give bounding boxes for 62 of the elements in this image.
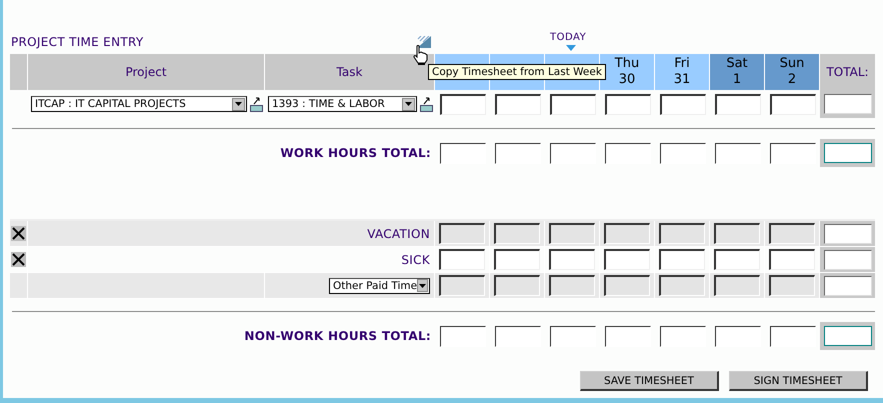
hours-input[interactable]	[549, 249, 595, 270]
hours-input[interactable]	[769, 249, 815, 270]
leave-type-label: VACATION	[367, 226, 430, 240]
copy-icon[interactable]	[417, 36, 431, 48]
lookup-icon[interactable]	[420, 96, 433, 112]
hours-input[interactable]	[659, 249, 705, 270]
today-marker-icon	[566, 45, 576, 51]
hand-cursor-icon	[413, 45, 429, 65]
delete-icon[interactable]	[11, 226, 26, 241]
work-hours-total-label: WORK HOURS TOTAL:	[280, 146, 431, 160]
lookup-icon[interactable]	[250, 96, 263, 112]
hours-input[interactable]	[439, 223, 485, 244]
day-header: Fri 31	[655, 54, 710, 90]
project-dropdown[interactable]: ITCAP : IT CAPITAL PROJECTS	[31, 96, 247, 112]
hours-input[interactable]	[659, 223, 705, 244]
hours-input[interactable]	[604, 223, 650, 244]
caret-icon	[405, 102, 412, 106]
hours-input[interactable]	[439, 275, 485, 296]
caret-icon	[419, 284, 426, 288]
hours-input[interactable]	[714, 275, 760, 296]
total-field	[824, 276, 872, 296]
hours-input[interactable]	[769, 275, 815, 296]
hours-input[interactable]	[549, 275, 595, 296]
hours-input[interactable]	[494, 249, 540, 270]
header-cell	[10, 54, 28, 90]
task-dropdown[interactable]: 1393 : TIME & LABOR	[268, 96, 417, 112]
hours-input[interactable]	[494, 275, 540, 296]
non-work-hours-total-label: NON-WORK HOURS TOTAL:	[244, 329, 431, 343]
leave-type-dropdown[interactable]: Other Paid Time	[329, 278, 430, 294]
hours-input[interactable]	[440, 94, 486, 114]
hours-input[interactable]	[549, 223, 595, 244]
timesheet-button[interactable]: SIGN TIMESHEET	[729, 371, 868, 391]
caret-icon	[235, 102, 242, 106]
total-field	[824, 224, 872, 244]
delete-icon[interactable]	[11, 252, 26, 267]
hours-input[interactable]	[660, 94, 706, 114]
hours-input[interactable]	[604, 94, 650, 114]
total-field	[824, 326, 872, 346]
project-header: Project	[28, 54, 265, 90]
hours-input[interactable]	[714, 223, 760, 244]
hours-input[interactable]	[714, 94, 760, 114]
day-header: Sat 1	[710, 54, 765, 90]
hours-input[interactable]	[769, 223, 815, 244]
hours-input[interactable]	[714, 249, 760, 270]
hours-input[interactable]	[659, 275, 705, 296]
leave-type-label: SICK	[401, 252, 430, 266]
hours-input[interactable]	[494, 223, 540, 244]
today-label: TODAY	[550, 32, 586, 43]
hours-input[interactable]	[604, 275, 650, 296]
day-header: Sun 2	[765, 54, 820, 90]
timesheet-button[interactable]: SAVE TIMESHEET	[580, 371, 719, 391]
hours-input[interactable]	[770, 94, 816, 114]
hours-input[interactable]	[494, 94, 540, 114]
hours-input[interactable]	[439, 249, 485, 270]
total-field	[824, 94, 872, 114]
tooltip: Copy Timesheet from Last Week	[428, 64, 606, 80]
page-title: PROJECT TIME ENTRY	[11, 35, 144, 49]
total-field	[824, 143, 872, 163]
total-field	[824, 250, 872, 270]
hours-input[interactable]	[604, 249, 650, 270]
total-header: TOTAL:	[820, 54, 875, 90]
hours-input[interactable]	[550, 94, 596, 114]
